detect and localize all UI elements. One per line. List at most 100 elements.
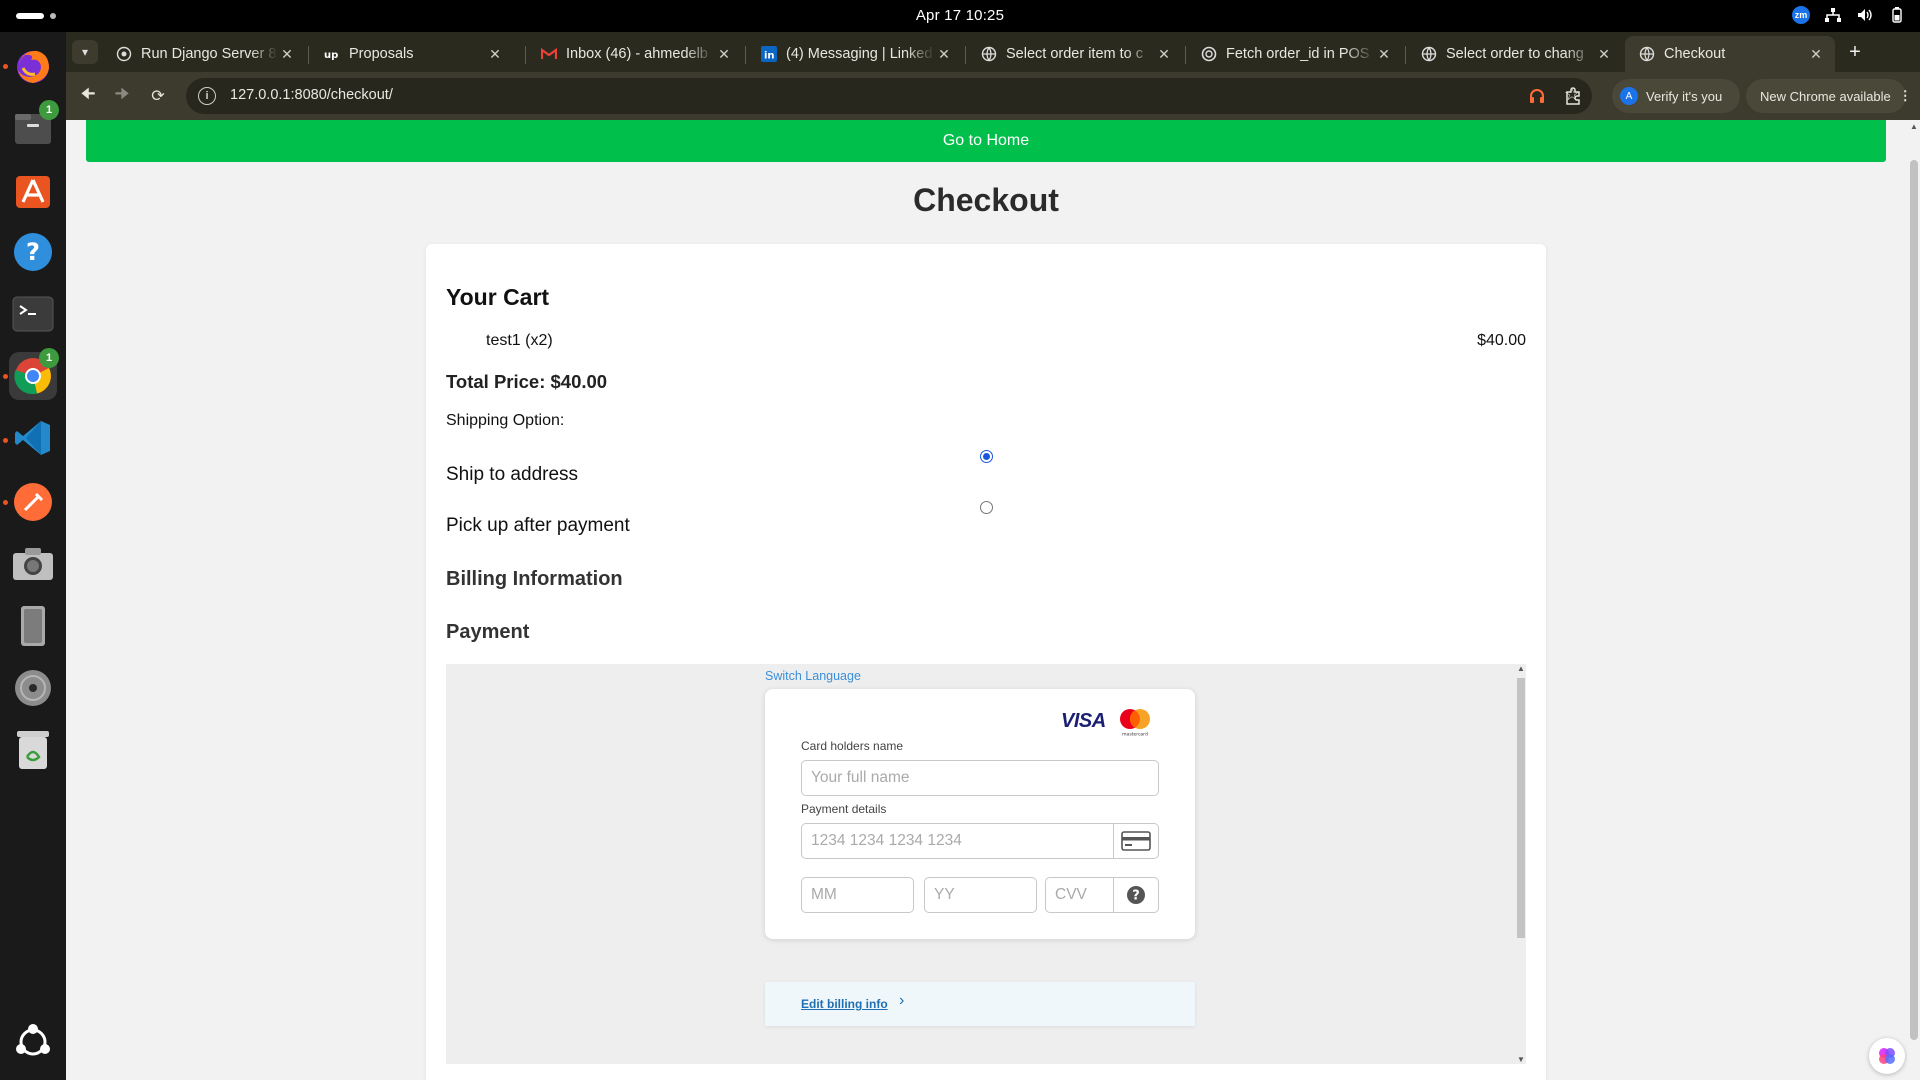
cart-item-price: $40.00 bbox=[1477, 332, 1526, 349]
url-text[interactable]: 127.0.0.1:8080/checkout/ bbox=[230, 87, 393, 103]
verify-label: Verify it's you bbox=[1646, 88, 1723, 104]
new-tab-button[interactable]: + bbox=[1842, 40, 1868, 64]
tab-separator bbox=[745, 46, 746, 64]
chatgpt-icon bbox=[1201, 46, 1217, 62]
edit-billing-bar[interactable]: Edit billing info › bbox=[765, 982, 1195, 1026]
screenshot-icon[interactable] bbox=[9, 540, 57, 588]
running-indicator bbox=[3, 500, 8, 505]
files-icon[interactable]: 1 bbox=[9, 100, 59, 152]
close-tab-icon[interactable]: ✕ bbox=[486, 46, 504, 63]
shipping-option-label: Shipping Option: bbox=[446, 412, 565, 429]
tab-linkedin-messaging[interactable]: in (4) Messaging | Linked ✕ bbox=[747, 36, 963, 72]
system-top-bar: Apr 17 10:25 zm bbox=[0, 0, 1920, 32]
tab-separator bbox=[1405, 46, 1406, 64]
payment-iframe: ▲ ▼ Switch Language VISA mastercard Card… bbox=[446, 664, 1526, 1064]
scrollbar-thumb[interactable] bbox=[1910, 160, 1918, 1040]
expiry-year-input[interactable]: YY bbox=[924, 877, 1037, 913]
tab-select-order-item[interactable]: Select order item to c ✕ bbox=[967, 36, 1183, 72]
disc-icon[interactable] bbox=[9, 664, 57, 712]
credit-card-icon bbox=[1114, 823, 1159, 859]
verify-identity-button[interactable]: A Verify it's you bbox=[1612, 79, 1740, 113]
vscode-icon[interactable] bbox=[9, 414, 57, 462]
gmail-icon bbox=[541, 46, 557, 62]
edit-billing-link[interactable]: Edit billing info bbox=[801, 997, 888, 1011]
tab-title: Select order to chang bbox=[1446, 46, 1584, 62]
card-payment-form: VISA mastercard Card holders name Your f… bbox=[765, 689, 1195, 939]
pick-up-radio[interactable] bbox=[980, 501, 993, 514]
tab-search-button[interactable]: ▾ bbox=[72, 40, 98, 64]
pick-up-label[interactable]: Pick up after payment bbox=[446, 515, 630, 537]
back-arrow-icon[interactable]: 🠈 bbox=[74, 82, 102, 110]
assistant-widget-icon[interactable] bbox=[1869, 1038, 1905, 1074]
removable-drive-icon[interactable] bbox=[9, 602, 57, 650]
tab-title: Inbox (46) - ahmedelb bbox=[566, 46, 708, 62]
app-center-icon[interactable] bbox=[9, 166, 57, 214]
tab-separator bbox=[525, 46, 526, 64]
chrome-icon[interactable]: 1 bbox=[9, 348, 59, 400]
card-number-input[interactable]: 1234 1234 1234 1234 bbox=[801, 823, 1114, 859]
close-tab-icon[interactable]: ✕ bbox=[1155, 46, 1173, 63]
globe-icon bbox=[1639, 46, 1655, 62]
scroll-up-icon[interactable]: ▲ bbox=[1517, 664, 1525, 673]
upwork-icon: up bbox=[324, 46, 340, 62]
globe-icon bbox=[1421, 46, 1437, 62]
page-viewport: Go to Home Checkout Your Cart test1 (x2)… bbox=[66, 120, 1920, 1080]
trash-icon[interactable] bbox=[9, 726, 57, 774]
site-info-icon[interactable]: i bbox=[198, 87, 216, 105]
visa-logo: VISA bbox=[1061, 710, 1106, 732]
expiry-month-input[interactable]: MM bbox=[801, 877, 914, 913]
page-scrollbar[interactable]: ▲ bbox=[1908, 120, 1920, 1080]
reload-icon[interactable]: ⟳ bbox=[144, 82, 172, 110]
menu-kebab-icon[interactable]: ⋮ bbox=[1899, 88, 1912, 104]
forward-arrow-icon[interactable]: 🠊 bbox=[108, 82, 136, 110]
iframe-scrollbar[interactable]: ▲ ▼ bbox=[1516, 664, 1526, 1064]
address-bar[interactable]: i 127.0.0.1:8080/checkout/ ☆ bbox=[186, 78, 1592, 114]
tab-title: Checkout bbox=[1664, 46, 1726, 62]
scrollbar-thumb[interactable] bbox=[1517, 678, 1525, 938]
show-apps-icon[interactable] bbox=[9, 1018, 57, 1066]
firefox-icon[interactable] bbox=[9, 42, 57, 90]
tab-select-order-change[interactable]: Select order to chang ✕ bbox=[1407, 36, 1623, 72]
tab-fetch-order-id[interactable]: Fetch order_id in POS ✕ bbox=[1187, 36, 1403, 72]
ship-to-address-label[interactable]: Ship to address bbox=[446, 464, 578, 486]
tab-checkout[interactable]: Checkout ✕ bbox=[1625, 36, 1835, 72]
scroll-up-icon[interactable]: ▲ bbox=[1910, 122, 1918, 131]
tab-separator bbox=[1185, 46, 1186, 64]
linkedin-icon: in bbox=[761, 46, 777, 62]
scroll-down-icon[interactable]: ▼ bbox=[1517, 1055, 1525, 1064]
terminal-icon[interactable] bbox=[9, 290, 57, 338]
close-tab-icon[interactable]: ✕ bbox=[278, 46, 296, 63]
ship-to-address-radio[interactable] bbox=[980, 450, 993, 463]
battery-icon[interactable] bbox=[1888, 6, 1906, 24]
close-tab-icon[interactable]: ✕ bbox=[715, 46, 733, 63]
extension-headphones-icon[interactable] bbox=[1526, 85, 1548, 107]
cardholder-name-input[interactable]: Your full name bbox=[801, 760, 1159, 796]
svg-text:?: ? bbox=[1132, 889, 1140, 904]
tab-run-django[interactable]: Run Django Server 80 ✕ bbox=[102, 36, 306, 72]
tab-proposals[interactable]: up Proposals ✕ bbox=[310, 36, 514, 72]
close-tab-icon[interactable]: ✕ bbox=[1807, 46, 1825, 63]
chrome-update-button[interactable]: New Chrome available ⋮ bbox=[1746, 79, 1912, 113]
cart-heading: Your Cart bbox=[446, 284, 550, 310]
svg-text:in: in bbox=[764, 51, 775, 62]
svg-text:up: up bbox=[324, 50, 338, 60]
profile-avatar: A bbox=[1620, 87, 1638, 105]
network-icon[interactable] bbox=[1824, 6, 1842, 24]
system-clock[interactable]: Apr 17 10:25 bbox=[0, 7, 1920, 24]
extensions-puzzle-icon[interactable] bbox=[1562, 85, 1584, 107]
tab-gmail-inbox[interactable]: Inbox (46) - ahmedelb ✕ bbox=[527, 36, 743, 72]
switch-language-link[interactable]: Switch Language bbox=[765, 669, 861, 683]
browser-toolbar: 🠈 🠊 ⟳ i 127.0.0.1:8080/checkout/ ☆ A Ver… bbox=[66, 72, 1920, 120]
volume-icon[interactable] bbox=[1856, 6, 1874, 24]
close-tab-icon[interactable]: ✕ bbox=[1595, 46, 1613, 63]
cvv-input[interactable]: CVV bbox=[1045, 877, 1114, 913]
go-to-home-button[interactable]: Go to Home bbox=[86, 120, 1886, 162]
postman-icon[interactable] bbox=[9, 478, 57, 526]
zoom-tray-icon[interactable]: zm bbox=[1792, 6, 1810, 24]
mastercard-wordmark: mastercard bbox=[1122, 732, 1148, 738]
total-price: Total Price: $40.00 bbox=[446, 371, 608, 392]
cvv-help-icon[interactable]: ? bbox=[1114, 877, 1159, 913]
close-tab-icon[interactable]: ✕ bbox=[935, 46, 953, 63]
close-tab-icon[interactable]: ✕ bbox=[1375, 46, 1393, 63]
help-icon[interactable]: ? bbox=[9, 228, 57, 276]
